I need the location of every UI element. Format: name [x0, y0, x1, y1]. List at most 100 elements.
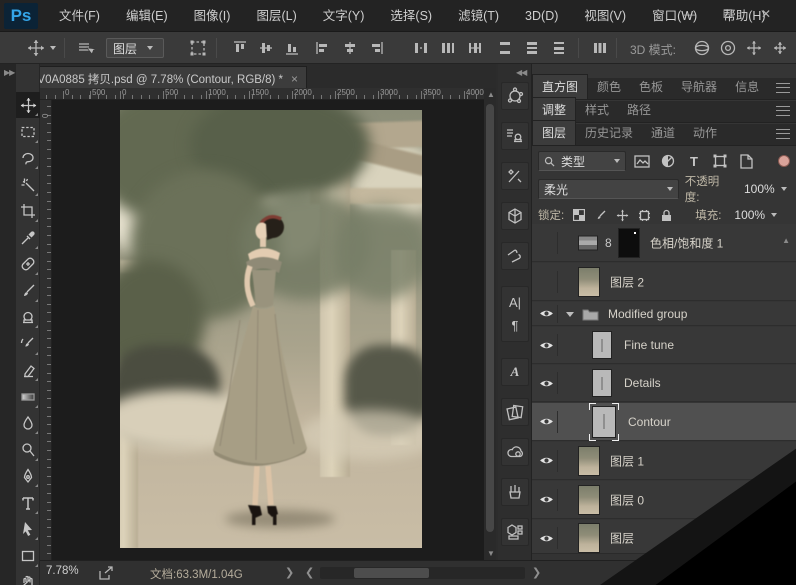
- 3d-panel-icon[interactable]: [501, 202, 529, 230]
- layer-name[interactable]: Fine tune: [624, 338, 674, 352]
- show-transform-controls-icon[interactable]: [186, 36, 210, 60]
- layer-name[interactable]: 图层 1: [610, 452, 644, 469]
- mask-link-icon[interactable]: 8: [605, 236, 612, 250]
- visibility-toggle[interactable]: [536, 270, 558, 293]
- lock-transparent-pixels-icon[interactable]: [571, 206, 586, 224]
- clone-source-icon[interactable]: [501, 122, 529, 150]
- canvas-vertical-scrollbar[interactable]: ▲ ▼: [484, 88, 496, 560]
- menu-type[interactable]: 文字(Y): [310, 0, 378, 32]
- layer-group-row[interactable]: Modified group: [532, 302, 796, 326]
- scroll-up-icon[interactable]: ▲: [487, 90, 495, 99]
- distribute-right-edges-icon[interactable]: [548, 36, 572, 60]
- pen-tool[interactable]: [16, 463, 40, 489]
- group-expand-icon[interactable]: [566, 312, 574, 317]
- tab-color[interactable]: 颜色: [588, 75, 630, 99]
- menu-3d[interactable]: 3D(D): [512, 0, 571, 32]
- close-button[interactable]: ✕: [754, 4, 778, 24]
- align-bottom-edges-icon[interactable]: [280, 36, 304, 60]
- filter-adjustment-layers-icon[interactable]: [658, 152, 678, 170]
- layer-thumbnail[interactable]: [578, 445, 600, 476]
- layer-comps-icon[interactable]: [501, 398, 529, 426]
- eyedropper-tool[interactable]: [16, 225, 40, 251]
- distribute-horizontal-centers-icon[interactable]: [521, 36, 545, 60]
- clone-stamp-tool[interactable]: [16, 304, 40, 330]
- ps-logo[interactable]: Ps: [4, 2, 38, 29]
- distribute-top-edges-icon[interactable]: [409, 36, 433, 60]
- menu-file[interactable]: 文件(F): [46, 0, 113, 32]
- opacity-dropdown[interactable]: 100%: [738, 179, 790, 199]
- brush-presets-icon[interactable]: [501, 242, 529, 270]
- layer-thumbnail[interactable]: [578, 266, 600, 297]
- tab-close-icon[interactable]: ×: [291, 72, 298, 86]
- canvas-vscroll-thumb[interactable]: [486, 104, 494, 532]
- scroll-left-icon[interactable]: ❮: [305, 566, 314, 579]
- layer-name[interactable]: Details: [624, 376, 661, 390]
- path-selection-tool[interactable]: [16, 516, 40, 542]
- menu-view[interactable]: 视图(V): [571, 0, 639, 32]
- panel-menu-icon[interactable]: [776, 83, 790, 93]
- menu-layer[interactable]: 图层(L): [243, 0, 309, 32]
- layer-row[interactable]: Details: [532, 365, 796, 402]
- tab-history[interactable]: 历史记录: [576, 121, 642, 145]
- filter-shape-layers-icon[interactable]: [710, 152, 730, 170]
- tab-adjustments[interactable]: 调整: [532, 97, 577, 122]
- layer-name[interactable]: 图层: [610, 530, 634, 547]
- 3d-roll-icon[interactable]: [716, 36, 740, 60]
- panel-scroll-up-icon[interactable]: ▲: [782, 236, 790, 245]
- visibility-toggle[interactable]: [536, 488, 558, 511]
- magic-wand-tool[interactable]: [16, 172, 40, 198]
- menu-edit[interactable]: 编辑(E): [113, 0, 181, 32]
- rectangular-marquee-tool[interactable]: [16, 119, 40, 145]
- brushes-panel-icon[interactable]: [501, 478, 529, 506]
- 3d-rotate-icon[interactable]: [690, 36, 714, 60]
- visibility-toggle[interactable]: [536, 304, 558, 323]
- 3d-material-icon[interactable]: [501, 518, 529, 546]
- horizontal-ruler[interactable]: 0500050010001500200025003000350040004: [40, 88, 484, 100]
- visibility-toggle[interactable]: [536, 410, 558, 433]
- tab-styles[interactable]: 样式: [576, 98, 618, 122]
- layer-row[interactable]: 8 色相/饱和度 1 ▲: [532, 224, 796, 262]
- tab-swatches[interactable]: 色板: [630, 75, 672, 99]
- zoom-level-field[interactable]: 7.78%: [46, 565, 79, 577]
- dock-collapse-icon[interactable]: ◀◀: [516, 68, 527, 77]
- tab-actions[interactable]: 动作: [684, 121, 726, 145]
- align-horizontal-centers-icon[interactable]: [338, 36, 362, 60]
- move-tool[interactable]: [16, 92, 40, 118]
- visibility-toggle[interactable]: [536, 334, 558, 356]
- layer-name[interactable]: 图层 2: [610, 273, 644, 290]
- crop-tool[interactable]: [16, 198, 40, 224]
- character-paragraph-icons[interactable]: A| ¶: [501, 286, 529, 342]
- align-vertical-centers-icon[interactable]: [254, 36, 278, 60]
- filter-pixel-layers-icon[interactable]: [632, 152, 652, 170]
- blur-tool[interactable]: [16, 410, 40, 436]
- 3d-slide-icon[interactable]: [768, 36, 792, 60]
- history-brush-tool[interactable]: [16, 331, 40, 357]
- tab-info[interactable]: 信息: [726, 75, 768, 99]
- paragraph-panel-icon[interactable]: ¶: [512, 318, 519, 333]
- canvas-horizontal-scrollbar[interactable]: [320, 567, 525, 579]
- lock-artboard-icon[interactable]: [637, 206, 652, 224]
- menu-image[interactable]: 图像(I): [181, 0, 244, 32]
- adjustment-layer-thumbnail[interactable]: [578, 235, 598, 250]
- align-top-edges-icon[interactable]: [228, 36, 252, 60]
- tab-paths[interactable]: 路径: [618, 98, 660, 122]
- visibility-toggle[interactable]: [536, 527, 558, 549]
- layer-row[interactable]: 图层 1: [532, 442, 796, 480]
- fill-dropdown[interactable]: 100%: [728, 205, 780, 225]
- distribute-left-edges-icon[interactable]: [494, 36, 518, 60]
- document-tab[interactable]: 9V0A0885 拷贝.psd @ 7.78% (Contour, RGB/8)…: [22, 66, 308, 90]
- lock-all-icon[interactable]: [659, 206, 674, 224]
- auto-select-icon[interactable]: [74, 36, 98, 60]
- layer-thumbnail[interactable]: [578, 484, 600, 515]
- distribute-vertical-centers-icon[interactable]: [436, 36, 460, 60]
- maximize-button[interactable]: ☐: [716, 4, 740, 24]
- layer-thumbnail[interactable]: [592, 331, 612, 359]
- layer-mask-thumbnail[interactable]: [618, 227, 640, 258]
- blend-mode-dropdown[interactable]: 柔光: [538, 179, 679, 199]
- rectangle-tool[interactable]: [16, 543, 40, 569]
- libraries-icon[interactable]: [501, 438, 529, 466]
- gradient-tool[interactable]: [16, 384, 40, 410]
- tab-layers[interactable]: 图层: [532, 120, 577, 145]
- layer-row[interactable]: Fine tune: [532, 327, 796, 364]
- visibility-toggle[interactable]: [536, 449, 558, 472]
